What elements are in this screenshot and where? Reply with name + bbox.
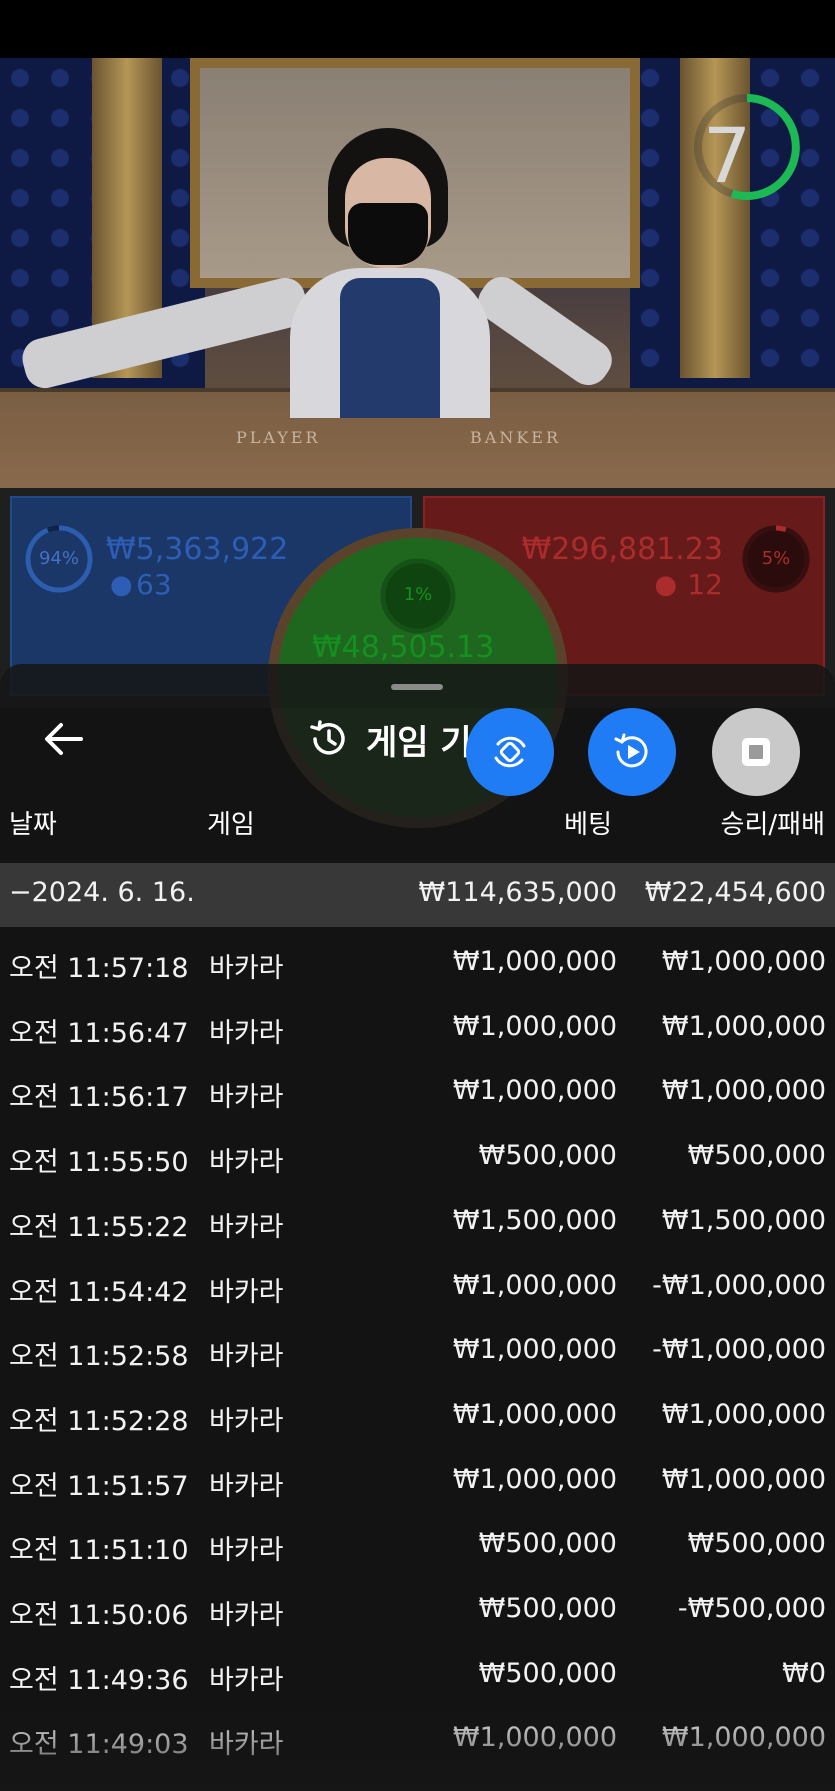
row-result: -₩1,000,000 xyxy=(652,1269,826,1301)
row-bet: ₩1,000,000 xyxy=(452,946,617,977)
row-game: 바카라 xyxy=(209,1470,284,1502)
row-result: ₩0 xyxy=(782,1657,826,1689)
row-time: 오전 11:56:17 xyxy=(9,1082,189,1114)
game-history-sheet: 게임 기 날짜 게임 베팅 승리/패배 −2024. 6. 16. ₩114,6… xyxy=(0,664,835,1791)
row-bet: ₩500,000 xyxy=(478,1657,617,1689)
row-game: 바카라 xyxy=(209,1664,284,1696)
row-game: 바카라 xyxy=(209,1211,284,1243)
row-result: -₩1,000,000 xyxy=(652,1334,826,1366)
row-time: 오전 11:52:28 xyxy=(9,1405,189,1437)
row-time: 오전 11:55:22 xyxy=(9,1211,189,1243)
table-label-banker: BANKER xyxy=(470,428,561,447)
sheet-title: 게임 기 xyxy=(366,722,472,763)
row-game: 바카라 xyxy=(209,1017,284,1049)
row-bet: ₩1,500,000 xyxy=(452,1204,617,1236)
app-root: PLAYER BANKER 7 94% ₩5,363,922 ● 63 ₩296… xyxy=(0,0,835,1791)
row-game: 바카라 xyxy=(209,1147,284,1179)
row-bet: ₩1,000,000 xyxy=(452,1075,617,1107)
history-row[interactable]: 오전 11:55:50 바카라 ₩500,000 ₩500,000 xyxy=(0,1126,835,1190)
row-game: 바카라 xyxy=(209,1276,284,1308)
stop-square-icon xyxy=(742,738,770,766)
row-result: ₩1,000,000 xyxy=(661,1075,826,1107)
row-bet: ₩1,000,000 xyxy=(452,1398,617,1430)
countdown-timer: 7 xyxy=(702,111,752,200)
arrow-left-icon xyxy=(45,723,83,755)
row-result: ₩1,000,000 xyxy=(661,1398,826,1430)
date-group-row[interactable]: −2024. 6. 16. ₩114,635,000 ₩22,454,600 xyxy=(0,863,835,927)
row-game: 바카라 xyxy=(209,1600,284,1631)
row-game: 바카라 xyxy=(209,1405,284,1437)
row-time: 오전 11:49:36 xyxy=(9,1664,189,1696)
dealer xyxy=(290,128,540,418)
row-game: 바카라 xyxy=(209,1535,284,1567)
date-group-bet-total: ₩114,635,000 xyxy=(418,877,617,908)
replay-button[interactable] xyxy=(588,708,676,796)
history-row[interactable]: 오전 11:54:42 바카라 ₩1,000,000 -₩1,000,000 xyxy=(0,1256,835,1320)
history-row[interactable]: 오전 11:55:22 바카라 ₩1,500,000 ₩1,500,000 xyxy=(0,1191,835,1255)
row-result: ₩500,000 xyxy=(687,1528,826,1560)
column-header-result: 승리/패배 xyxy=(720,810,825,840)
row-time: 오전 11:57:18 xyxy=(9,953,189,984)
row-result: ₩1,000,000 xyxy=(661,946,826,977)
row-time: 오전 11:56:47 xyxy=(9,1017,189,1049)
row-result: -₩500,000 xyxy=(677,1593,826,1624)
history-row[interactable]: 오전 11:51:10 바카라 ₩500,000 ₩500,000 xyxy=(0,1514,835,1578)
history-row[interactable]: 오전 11:57:18 바카라 ₩1,000,000 ₩1,000,000 xyxy=(0,932,835,996)
row-game: 바카라 xyxy=(209,1341,284,1373)
column-header-game: 게임 xyxy=(207,810,255,840)
row-result: ₩1,000,000 xyxy=(661,1010,826,1042)
row-bet: ₩500,000 xyxy=(478,1593,617,1624)
row-bet: ₩500,000 xyxy=(478,1140,617,1172)
history-row[interactable]: 오전 11:56:47 바카라 ₩1,000,000 ₩1,000,000 xyxy=(0,997,835,1061)
row-result: ₩1,000,000 xyxy=(661,1463,826,1495)
table-label-player: PLAYER xyxy=(236,428,321,447)
row-game: 바카라 xyxy=(209,1082,284,1114)
row-time: 오전 11:50:06 xyxy=(9,1600,189,1631)
row-time: 오전 11:52:58 xyxy=(9,1341,189,1373)
history-row[interactable]: 오전 11:51:57 바카라 ₩1,000,000 ₩1,000,000 xyxy=(0,1450,835,1514)
column-header-bet: 베팅 xyxy=(564,810,612,840)
status-bar xyxy=(0,0,835,58)
history-row[interactable]: 오전 11:50:06 바카라 ₩500,000 -₩500,000 xyxy=(0,1579,835,1643)
row-bet: ₩1,000,000 xyxy=(452,1010,617,1042)
history-row[interactable]: 오전 11:56:17 바카라 ₩1,000,000 ₩1,000,000 xyxy=(0,1061,835,1125)
row-time: 오전 11:55:50 xyxy=(9,1147,189,1179)
history-clock-icon xyxy=(310,720,345,755)
row-bet: ₩1,000,000 xyxy=(452,1334,617,1366)
sheet-drag-handle[interactable] xyxy=(391,684,443,690)
sheet-header: 게임 기 xyxy=(308,714,472,764)
switch-table-icon xyxy=(494,736,526,768)
row-result: ₩500,000 xyxy=(687,1140,826,1172)
row-bet: ₩500,000 xyxy=(478,1528,617,1560)
date-group-result-total: ₩22,454,600 xyxy=(644,877,826,908)
row-bet: ₩1,000,000 xyxy=(452,1463,617,1495)
row-game: 바카라 xyxy=(209,953,284,984)
history-row[interactable]: 오전 11:49:36 바카라 ₩500,000 ₩0 xyxy=(0,1644,835,1708)
list-fade xyxy=(0,1704,835,1791)
row-time: 오전 11:51:57 xyxy=(9,1470,189,1502)
row-time: 오전 11:54:42 xyxy=(9,1276,189,1308)
column-header-date: 날짜 xyxy=(9,810,57,840)
back-button[interactable] xyxy=(38,714,88,764)
history-row[interactable]: 오전 11:52:28 바카라 ₩1,000,000 ₩1,000,000 xyxy=(0,1385,835,1449)
history-row[interactable]: 오전 11:52:58 바카라 ₩1,000,000 -₩1,000,000 xyxy=(0,1320,835,1384)
row-time: 오전 11:51:10 xyxy=(9,1535,189,1567)
replay-icon xyxy=(614,733,648,768)
row-bet: ₩1,000,000 xyxy=(452,1269,617,1301)
row-result: ₩1,500,000 xyxy=(661,1204,826,1236)
stop-button[interactable] xyxy=(712,708,800,796)
switch-table-button[interactable] xyxy=(466,708,554,796)
date-group-label: −2024. 6. 16. xyxy=(9,877,195,908)
